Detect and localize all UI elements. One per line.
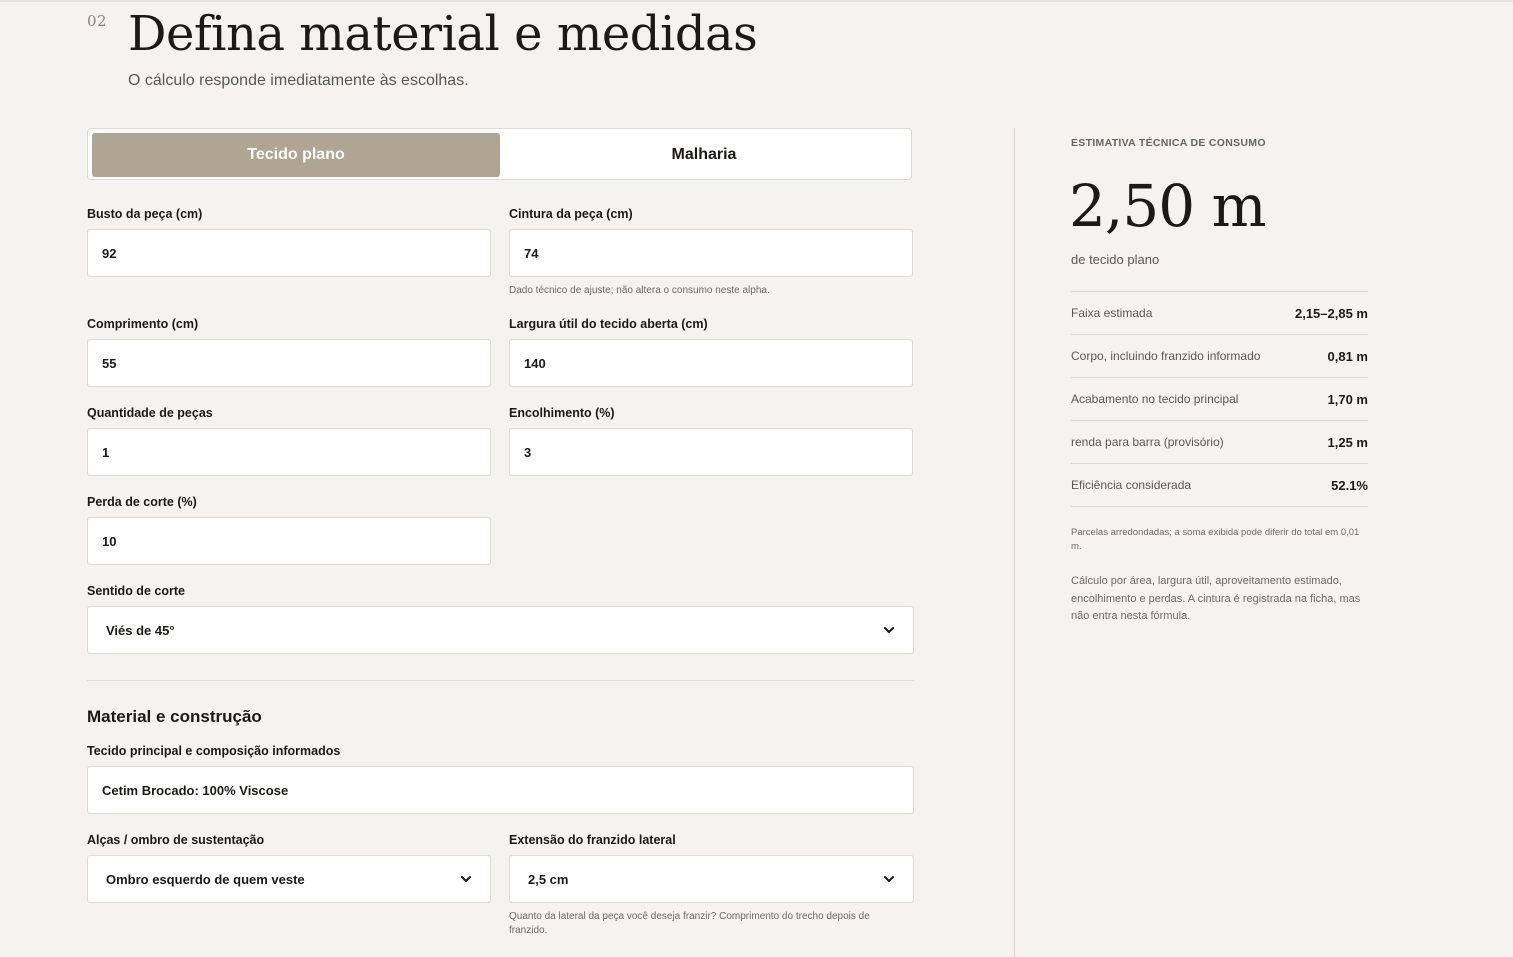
breakdown-row: Eficiência considerada 52.1% [1071, 463, 1368, 507]
material-section-title: Material e construção [87, 707, 262, 726]
sentido-select[interactable]: Viés de 45° [87, 606, 914, 654]
comprimento-label: Comprimento (cm) [87, 317, 199, 331]
breakdown-value: 1,70 m [1327, 391, 1368, 407]
breakdown-row: Corpo, incluindo franzido informado 0,81… [1071, 334, 1368, 377]
page-subtitle: O cálculo responde imediatamente às esco… [128, 72, 469, 89]
breakdown-label: Corpo, incluindo franzido informado [1071, 349, 1261, 363]
breakdown-label: Faixa estimada [1071, 306, 1153, 320]
largura-input[interactable] [509, 339, 913, 387]
estimate-value: 2,50 m [1069, 172, 1267, 240]
estimate-breakdown: Faixa estimada 2,15–2,85 m Corpo, inclui… [1071, 291, 1368, 507]
quantidade-input[interactable] [87, 428, 491, 476]
chevron-down-icon [461, 876, 471, 882]
franzido-select-value: 2,5 cm [528, 871, 569, 887]
tab-malharia[interactable]: Malharia [500, 133, 908, 177]
comprimento-input[interactable] [87, 339, 491, 387]
breakdown-value: 2,15–2,85 m [1294, 305, 1368, 321]
franzido-hint: Quanto da lateral da peça você deseja fr… [509, 911, 870, 936]
breakdown-value: 52.1% [1331, 477, 1368, 493]
section-divider [87, 680, 914, 681]
encolhimento-label: Encolhimento (%) [509, 406, 615, 420]
cintura-label: Cintura da peça (cm) [509, 207, 633, 221]
breakdown-label: Eficiência considerada [1071, 478, 1192, 492]
tecido-label: Tecido principal e composição informados [87, 744, 341, 758]
franzido-select[interactable]: 2,5 cm [509, 855, 914, 903]
breakdown-value: 1,25 m [1327, 434, 1368, 450]
cintura-input[interactable] [509, 229, 913, 277]
rounding-note: Parcelas arredondadas; a soma exibida po… [1071, 527, 1360, 552]
breakdown-value: 0,81 m [1327, 348, 1368, 364]
breakdown-label: Acabamento no tecido principal [1071, 392, 1239, 406]
encolhimento-input[interactable] [509, 428, 913, 476]
fabric-type-toggle: Tecido plano Malharia [87, 128, 912, 180]
alcas-select-value: Ombro esquerdo de quem veste [106, 871, 305, 887]
panel-divider [1014, 128, 1015, 957]
page-title: Defina material e medidas [128, 6, 758, 62]
breakdown-row: Acabamento no tecido principal 1,70 m [1071, 377, 1368, 420]
alcas-label: Alças / ombro de sustentação [87, 833, 265, 847]
cintura-hint: Dado técnico de ajuste; não altera o con… [509, 285, 770, 296]
chevron-down-icon [884, 627, 894, 633]
quantidade-label: Quantidade de peças [87, 406, 213, 420]
sentido-label: Sentido de corte [87, 584, 185, 598]
alcas-select[interactable]: Ombro esquerdo de quem veste [87, 855, 491, 903]
step-number: 02 [87, 12, 108, 30]
busto-label: Busto da peça (cm) [87, 207, 203, 221]
chevron-down-icon [884, 876, 894, 882]
tecido-input[interactable] [87, 766, 914, 814]
tab-tecido-plano[interactable]: Tecido plano [92, 133, 500, 177]
perda-label: Perda de corte (%) [87, 495, 197, 509]
sentido-select-value: Viés de 45° [106, 622, 175, 638]
breakdown-row: Faixa estimada 2,15–2,85 m [1071, 291, 1368, 334]
busto-input[interactable] [87, 229, 491, 277]
perda-input[interactable] [87, 517, 491, 565]
franzido-label: Extensão do franzido lateral [509, 833, 676, 847]
largura-label: Largura útil do tecido aberta (cm) [509, 317, 708, 331]
breakdown-row: renda para barra (provisório) 1,25 m [1071, 420, 1368, 463]
breakdown-label: renda para barra (provisório) [1071, 435, 1224, 449]
estimate-unit: de tecido plano [1071, 252, 1160, 267]
method-note: Cálculo por área, largura útil, aproveit… [1071, 575, 1361, 622]
estimate-eyebrow: ESTIMATIVA TÉCNICA DE CONSUMO [1071, 137, 1266, 149]
top-divider [0, 0, 1513, 2]
